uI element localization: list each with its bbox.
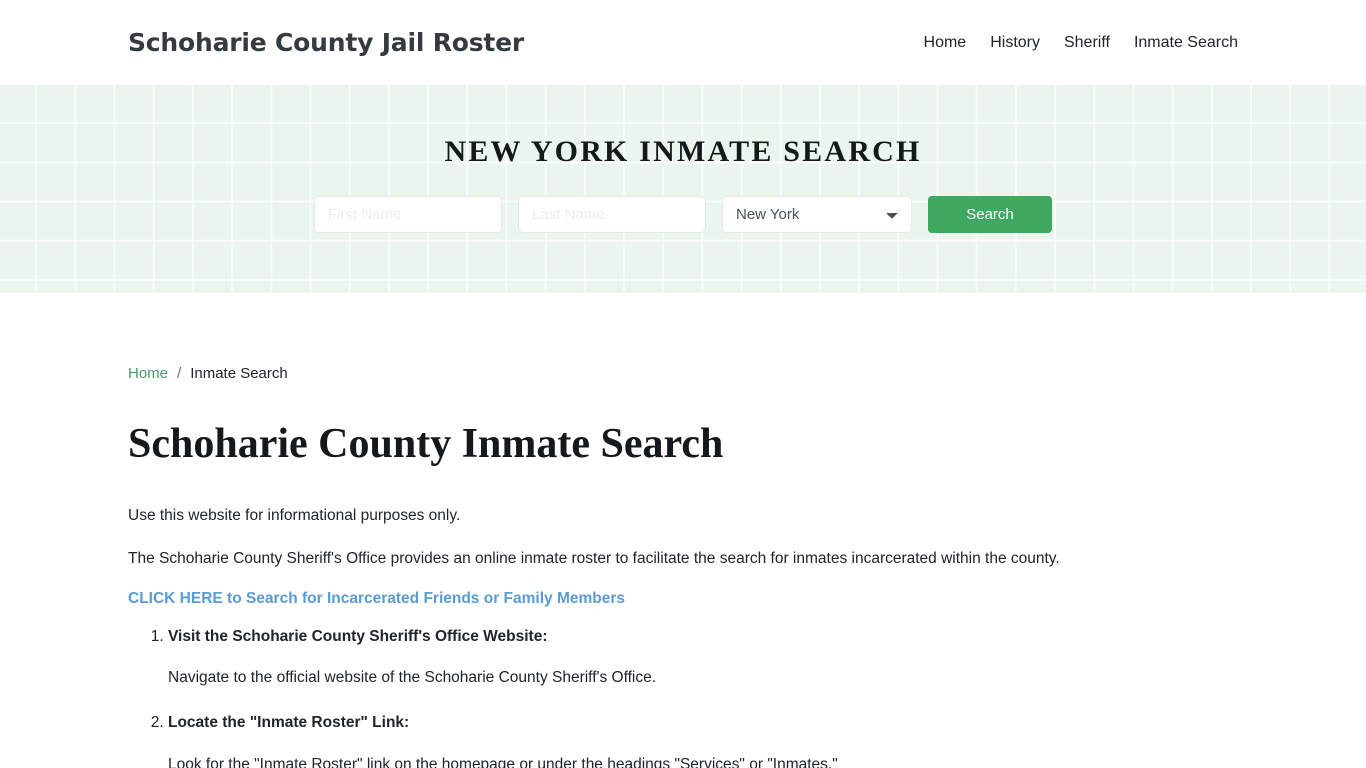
site-header: Schoharie County Jail Roster Home Histor… — [0, 0, 1366, 85]
hero-title: NEW YORK INMATE SEARCH — [444, 135, 922, 168]
nav-item-sheriff[interactable]: Sheriff — [1052, 34, 1122, 52]
search-button[interactable]: Search — [928, 196, 1052, 233]
inmate-search-form: New York Search — [314, 196, 1052, 233]
list-item: Locate the "Inmate Roster" Link: Look fo… — [168, 711, 1238, 768]
breadcrumb-separator: / — [177, 365, 182, 382]
breadcrumb-home-link[interactable]: Home — [128, 365, 168, 382]
site-brand-title[interactable]: Schoharie County Jail Roster — [128, 28, 524, 57]
step-body: Look for the "Inmate Roster" link on the… — [168, 755, 838, 768]
nav-item-inmate-search[interactable]: Inmate Search — [1122, 34, 1238, 52]
intro-paragraph: Use this website for informational purpo… — [128, 507, 461, 525]
nav-item-home[interactable]: Home — [912, 34, 979, 52]
nav-item-history[interactable]: History — [978, 34, 1052, 52]
last-name-input[interactable] — [518, 196, 706, 233]
page-title: Schoharie County Inmate Search — [128, 421, 724, 467]
list-item: Visit the Schoharie County Sheriff's Off… — [168, 625, 1238, 690]
description-paragraph: The Schoharie County Sheriff's Office pr… — [128, 549, 1060, 567]
search-friends-family-link[interactable]: CLICK HERE to Search for Incarcerated Fr… — [128, 590, 625, 608]
first-name-input[interactable] — [314, 196, 502, 233]
breadcrumb-current: Inmate Search — [190, 365, 288, 382]
step-body: Navigate to the official website of the … — [168, 669, 657, 687]
state-select[interactable]: New York — [722, 196, 912, 233]
main-navigation: Home History Sheriff Inmate Search — [912, 34, 1238, 52]
main-content: Home / Inmate Search Schoharie County In… — [0, 365, 1366, 768]
step-heading: Visit the Schoharie County Sheriff's Off… — [168, 627, 548, 645]
instruction-steps-list: Visit the Schoharie County Sheriff's Off… — [128, 625, 1238, 768]
hero-search-banner: NEW YORK INMATE SEARCH New York Search — [0, 85, 1366, 293]
breadcrumb: Home / Inmate Search — [128, 365, 1238, 382]
step-heading: Locate the "Inmate Roster" Link: — [168, 714, 410, 732]
